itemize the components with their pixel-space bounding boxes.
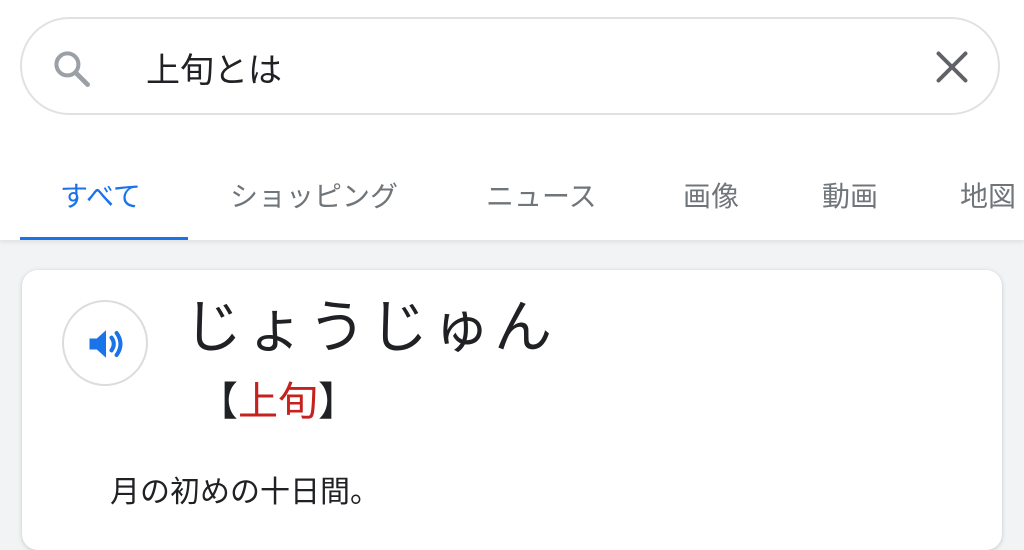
search-input[interactable] — [146, 41, 906, 93]
tab-images[interactable]: 画像 — [683, 175, 739, 215]
reading-text: じょうじゅん — [184, 293, 557, 361]
dictionary-card: じょうじゅん 【上旬】 月の初めの十日間。 — [22, 270, 1002, 550]
tab-maps[interactable]: 地図 — [960, 175, 1016, 215]
bracket-open: 【 — [198, 379, 238, 425]
tab-all[interactable]: すべて — [60, 175, 141, 215]
pronunciation-button[interactable] — [62, 300, 148, 386]
search-header: すべて ショッピング ニュース 画像 動画 地図 — [0, 0, 1024, 240]
definition-text: 月の初めの十日間。 — [110, 475, 380, 510]
tab-news[interactable]: ニュース — [486, 175, 597, 215]
search-tabs: すべて ショッピング ニュース 画像 動画 地図 — [0, 155, 1024, 240]
close-icon[interactable] — [934, 49, 970, 85]
tab-shopping[interactable]: ショッピング — [230, 175, 398, 215]
bracket-close: 】 — [318, 379, 358, 425]
headword: 【上旬】 — [198, 382, 358, 422]
kanji-text: 上旬 — [238, 379, 318, 425]
search-bar[interactable] — [20, 17, 1000, 115]
search-icon[interactable] — [50, 47, 94, 91]
tab-videos[interactable]: 動画 — [822, 175, 878, 215]
active-tab-indicator — [20, 237, 188, 240]
speaker-icon — [89, 330, 123, 358]
